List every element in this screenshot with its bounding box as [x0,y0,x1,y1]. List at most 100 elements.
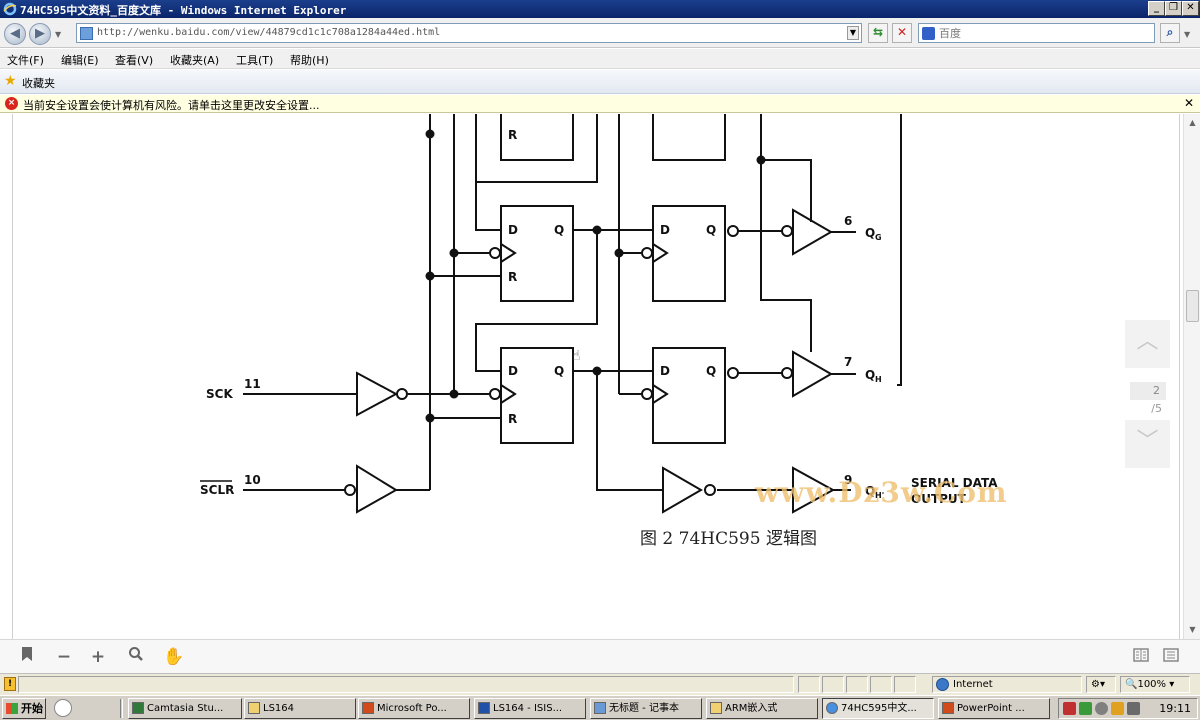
page-icon [80,27,93,40]
folder-icon [248,702,260,714]
taskbar: 开始 Camtasia Stu... LS164 Microsoft Po...… [0,695,1200,720]
restore-button[interactable]: ❐ [1165,1,1182,16]
stop-button[interactable]: ✕ [892,23,912,43]
zoom-out-icon[interactable]: − [53,646,75,668]
close-window-button[interactable]: ✕ [1182,1,1199,16]
sck-pin-label: SCK [206,387,233,401]
minimize-button[interactable]: _ [1148,1,1165,16]
output-7-number: 7 [844,355,852,369]
zoom-in-icon[interactable]: + [87,646,109,668]
search-box[interactable] [918,23,1155,43]
menu-file[interactable]: 文件(F) [7,52,44,68]
camtasia-icon [132,702,144,714]
tray-app-icon[interactable] [1095,702,1108,715]
next-page-button[interactable]: ﹀ [1125,420,1170,468]
tray-app-icon[interactable] [1063,702,1076,715]
folder-icon [710,702,722,714]
protected-mode-icon[interactable]: ⚙▾ [1086,676,1116,693]
task-arm-folder[interactable]: ARM嵌入式 [706,698,818,719]
ff-r-label: R [508,128,517,142]
address-dropdown-icon[interactable]: ▼ [847,26,859,40]
status-segment [822,676,844,693]
address-url[interactable]: http://wenku.baidu.com/view/44879cd1c1c7… [97,27,440,38]
clock[interactable]: 19:11 [1159,702,1191,715]
start-button[interactable]: 开始 [2,698,46,719]
ff-d-label: D [508,223,518,237]
ff-d-label: D [660,364,670,378]
internet-explorer-icon [826,702,838,714]
page-warning-icon[interactable]: ! [4,677,16,691]
tray-app-icon[interactable] [1079,702,1092,715]
zone-label: Internet [953,679,993,690]
ff-d-label: D [508,364,518,378]
forward-button[interactable]: ▶ [29,23,51,45]
menu-help[interactable]: 帮助(H) [290,52,329,68]
ff-q-label: Q [554,223,564,237]
scroll-thumb[interactable] [1186,290,1199,322]
security-zone[interactable]: Internet [932,676,1082,693]
task-camtasia[interactable]: Camtasia Stu... [128,698,242,719]
favorites-bar: ★ 收藏夹 [0,70,1200,94]
task-powerpoint[interactable]: Microsoft Po... [358,698,470,719]
security-message[interactable]: 当前安全设置会使计算机有风险。请单击这里更改安全设置... [23,97,320,113]
task-ie-74hc595[interactable]: 74HC595中文... [822,698,934,719]
total-pages: /5 [1151,402,1162,415]
menu-view[interactable]: 查看(V) [115,52,153,68]
zoom-icon: 🔍 [1125,679,1138,690]
watermark: www.Dz3w.Com [755,476,1008,509]
address-bar[interactable]: http://wenku.baidu.com/view/44879cd1c1c7… [76,23,862,43]
output-6-label: Q [865,226,875,240]
back-arrow-icon: ◀ [10,26,20,41]
find-icon[interactable] [125,646,147,668]
quick-launch-icon[interactable] [54,699,72,717]
search-input[interactable] [939,25,1139,41]
hand-cursor-icon: ☝ [572,348,581,364]
start-label: 开始 [21,702,43,715]
task-notepad[interactable]: 无标题 - 记事本 [590,698,702,719]
scroll-up-icon[interactable]: ▲ [1186,116,1199,130]
bookmark-icon[interactable] [16,646,38,668]
task-isis[interactable]: LS164 - ISIS... [474,698,586,719]
vertical-scrollbar[interactable]: ▲ ▼ [1183,114,1200,639]
output-7-label: Q [865,368,875,382]
menu-edit[interactable]: 编辑(E) [61,52,99,68]
sclr-pin-number: 10 [244,473,261,487]
status-segment [846,676,868,693]
search-button[interactable]: ⌕ [1160,23,1180,43]
menu-favorites[interactable]: 收藏夹(A) [170,52,219,68]
history-dropdown-icon[interactable]: ▼ [55,30,61,39]
volume-icon[interactable] [1127,702,1140,715]
favorites-label[interactable]: 收藏夹 [22,75,55,91]
scroll-down-icon[interactable]: ▼ [1186,623,1199,637]
security-info-bar[interactable]: × 当前安全设置会使计算机有风险。请单击这里更改安全设置... ✕ [0,95,1200,113]
figure-caption: 图 2 74HC595 逻辑图 [640,529,817,549]
output-7-sub: H [875,375,882,384]
favorites-star-icon[interactable]: ★ [4,73,17,89]
address-toolbar: ◀ ▶ ▼ http://wenku.baidu.com/view/44879c… [0,18,1200,48]
zoom-control[interactable]: 🔍100% ▾ [1120,676,1190,693]
page-view-icon[interactable] [1130,646,1152,668]
search-options-icon[interactable]: ▼ [1184,30,1190,39]
zoom-level: 100% [1137,679,1167,690]
isis-icon [478,702,490,714]
windows-logo-icon [6,703,18,714]
window-title: 74HC595中文资料_百度文库 - Windows Internet Expl… [20,4,347,17]
menu-tools[interactable]: 工具(T) [236,52,273,68]
hand-tool-icon[interactable]: ✋ [163,646,185,668]
current-page-number[interactable]: 2 [1130,382,1166,400]
page-navigator: ︿ 2 /5 ﹀ [1125,320,1170,468]
previous-page-button[interactable]: ︿ [1125,320,1170,368]
task-ls164-folder[interactable]: LS164 [244,698,356,719]
task-powerpoint-2[interactable]: PowerPoint ... [938,698,1050,719]
status-segment [798,676,820,693]
back-button[interactable]: ◀ [4,23,26,45]
close-infobar-icon[interactable]: ✕ [1184,96,1194,110]
refresh-button[interactable]: ⇆ [868,23,888,43]
status-bar: ! Internet ⚙▾ 🔍100% ▾ [0,673,1200,695]
status-segment [894,676,916,693]
baidu-logo-icon [922,27,935,40]
system-tray: 19:11 [1058,698,1198,719]
fullscreen-icon[interactable] [1160,646,1182,668]
ff-r-label: R [508,270,517,284]
tray-app-icon[interactable] [1111,702,1124,715]
